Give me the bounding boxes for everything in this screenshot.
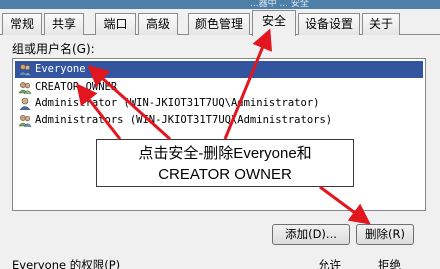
group-or-user-names-label: 组或用户名(G): [12, 42, 95, 56]
tab-sharing[interactable]: 共享 [44, 13, 84, 35]
tab-color-management[interactable]: 颜色管理 [188, 13, 250, 35]
list-item-administrator[interactable]: Administrator (WIN-JKIOT31T7UQ\Administr… [15, 95, 423, 112]
user-name: Administrators (WIN-JKIOT31T7UQ\Administ… [35, 114, 333, 126]
user-group-icon [18, 64, 32, 76]
list-item-administrators[interactable]: Administrators (WIN-JKIOT31T7UQ\Administ… [15, 112, 423, 129]
user-group-icon [18, 82, 32, 94]
callout-line-2: CREATOR OWNER [158, 166, 292, 183]
list-item-everyone[interactable]: Everyone [15, 61, 423, 78]
callout-line-1: 点击安全-删除Everyone和 [138, 145, 312, 162]
deny-column-header: 拒绝 [378, 258, 401, 269]
tab-security[interactable]: 安全 [252, 10, 296, 36]
tab-strip: 常规 共享 端口 高级 颜色管理 安全 设备设置 关于 [0, 9, 440, 36]
user-name: CREATOR OWNER [35, 81, 118, 93]
allow-column-header: 允许 [318, 258, 341, 269]
tab-general[interactable]: 常规 [2, 13, 42, 35]
window-title: ...器中 ... 安全 [250, 0, 309, 9]
user-icon [19, 97, 31, 110]
tab-advanced[interactable]: 高级 [138, 13, 178, 35]
tab-ports[interactable]: 端口 [95, 13, 136, 35]
add-button[interactable]: 添加(D)... [272, 224, 350, 245]
user-name: Administrator (WIN-JKIOT31T7UQ\Administr… [35, 97, 320, 109]
window-titlebar: ...器中 ... 安全 [0, 0, 440, 9]
user-list[interactable]: Everyone CREATOR OWNER Administrator (WI… [12, 58, 426, 211]
user-group-icon [18, 115, 32, 127]
tab-device-settings[interactable]: 设备设置 [298, 13, 360, 35]
tab-about[interactable]: 关于 [362, 13, 400, 35]
list-item-creator-owner[interactable]: CREATOR OWNER [15, 79, 423, 96]
instruction-callout: 点击安全-删除Everyone和 CREATOR OWNER [96, 139, 354, 187]
user-name: Everyone [35, 63, 86, 75]
permissions-label: Everyone 的权限(P) [12, 258, 121, 269]
remove-button[interactable]: 删除(R) [356, 224, 414, 245]
